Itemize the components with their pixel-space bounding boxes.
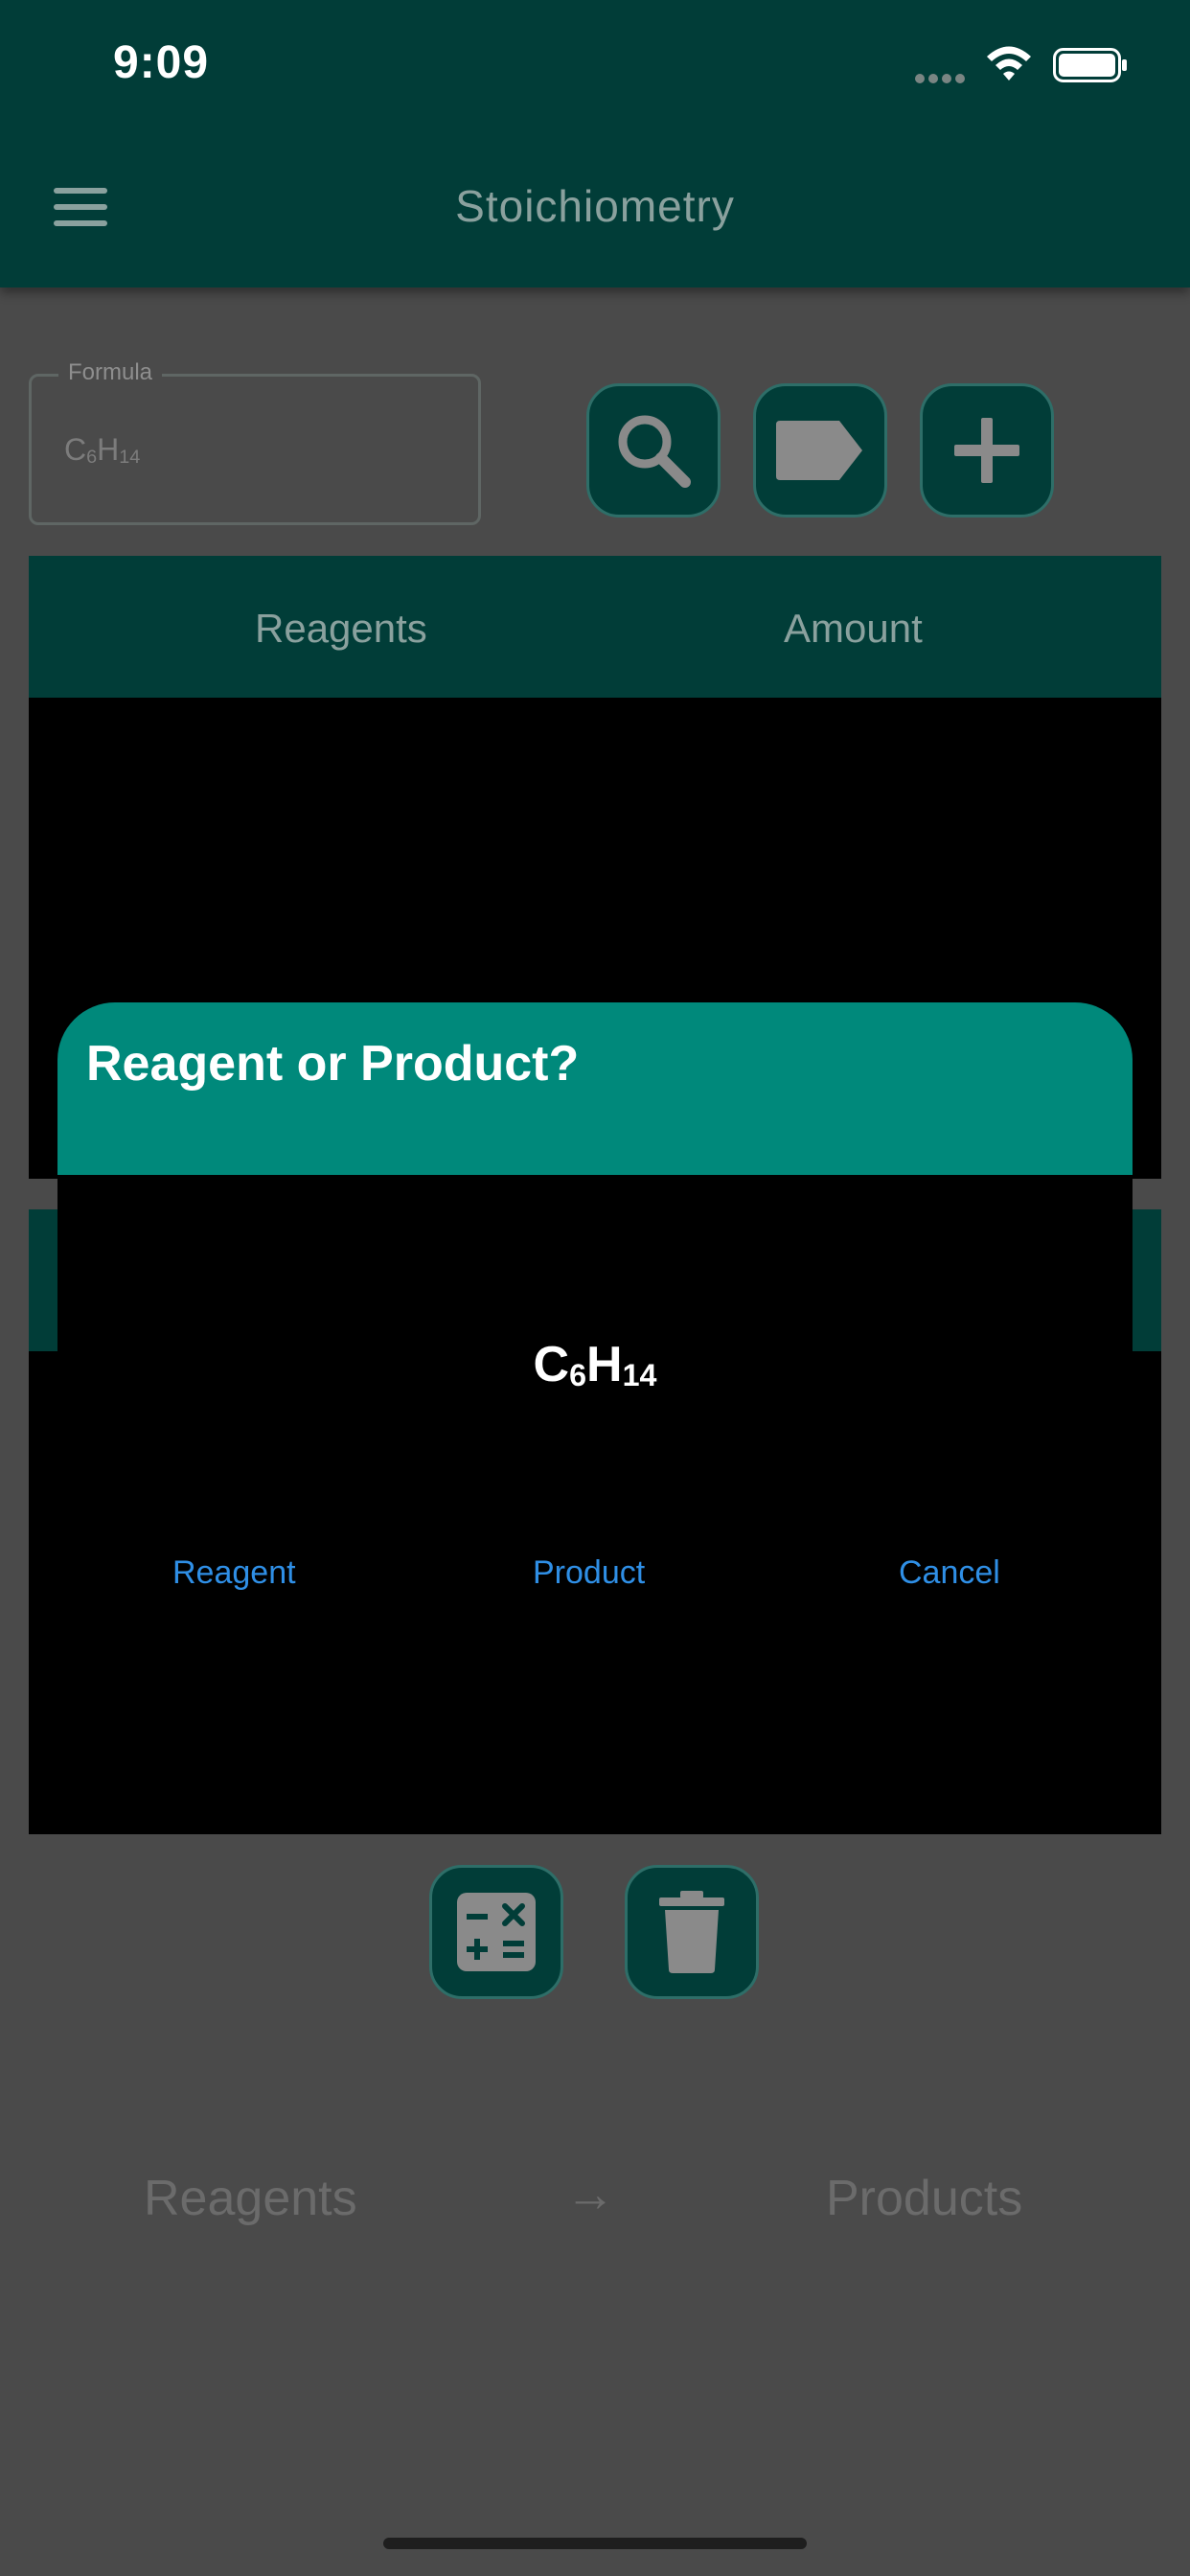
cellular-signal-icon: [915, 71, 971, 83]
formula-value: C6H14: [64, 432, 140, 469]
tag-icon: [776, 421, 862, 480]
formula-label: Formula: [58, 359, 163, 386]
equation-arrow: →: [565, 2167, 615, 2222]
equation-reagents: Reagents: [144, 2171, 357, 2226]
dialog-formula-part: 6: [569, 1357, 587, 1392]
column-header-reagents: Reagents: [255, 606, 427, 651]
magnifier-icon: [618, 415, 691, 488]
formula-value-part: 14: [119, 446, 141, 468]
wifi-icon: [987, 46, 1031, 80]
dialog-formula-part: C: [533, 1337, 570, 1392]
status-time: 9:09: [113, 37, 210, 88]
cancel-button[interactable]: Cancel: [899, 1554, 1000, 1592]
app-bar: 9:09 Stoichiometry: [0, 0, 1190, 288]
calculate-button[interactable]: [429, 1865, 563, 1999]
dialog-body: C6H14 Reagent Product Cancel: [57, 1175, 1133, 1834]
reagent-or-product-dialog: Reagent or Product? C6H14 Reagent Produc…: [57, 1002, 1133, 1834]
formula-input[interactable]: Formula C6H14: [29, 359, 481, 525]
label-button[interactable]: [753, 383, 887, 518]
calculator-icon: [457, 1893, 536, 1971]
equation-products: Products: [826, 2171, 1023, 2226]
plus-icon: [954, 418, 1019, 483]
reagents-table-header: Reagents Amount: [29, 556, 1161, 698]
home-indicator[interactable]: [383, 2538, 807, 2549]
reagent-button[interactable]: Reagent: [172, 1554, 296, 1592]
page-title: Stoichiometry: [455, 181, 735, 231]
dialog-formula-part: H: [586, 1337, 623, 1392]
delete-button[interactable]: [625, 1865, 759, 1999]
dialog-title: Reagent or Product?: [86, 1036, 580, 1092]
add-button[interactable]: [920, 383, 1054, 518]
dialog-formula: C6H14: [57, 1336, 1133, 1393]
column-header-amount: Amount: [784, 606, 923, 651]
formula-value-part: C: [64, 432, 87, 467]
battery-icon: [1053, 48, 1127, 82]
formula-value-part: 6: [86, 446, 98, 468]
trash-icon: [659, 1891, 724, 1973]
dialog-formula-part: 14: [622, 1357, 657, 1392]
dialog-header: Reagent or Product?: [57, 1002, 1133, 1175]
product-button[interactable]: Product: [533, 1554, 645, 1592]
formula-value-part: H: [97, 432, 120, 467]
search-button[interactable]: [586, 383, 721, 518]
